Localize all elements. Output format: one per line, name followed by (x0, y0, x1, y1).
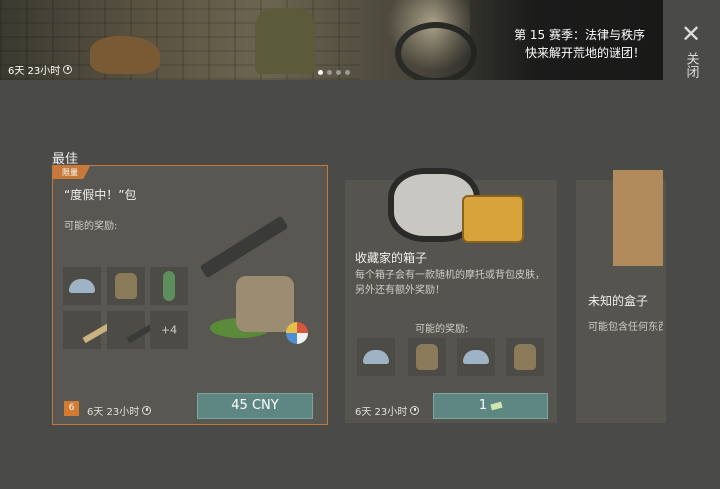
beach-ball-art (286, 322, 308, 344)
offer-title: 收藏家的箱子 (355, 251, 428, 265)
level-badge: 6 (64, 401, 79, 416)
buy-button[interactable]: 45 CNY (197, 393, 313, 419)
more-rewards-count: +4 (160, 323, 178, 337)
more-rewards[interactable]: +4 (150, 311, 188, 349)
offer-title: 未知的盒子 (588, 294, 649, 308)
survivor-art (255, 8, 315, 74)
page-dot[interactable] (327, 70, 332, 75)
reward-slot[interactable] (107, 267, 145, 305)
surfboard-icon (163, 271, 175, 301)
reward-slot[interactable] (107, 311, 156, 349)
offer-timer-text: 6天 23小时 (355, 407, 408, 418)
possible-rewards-label: 可能的奖励: (415, 324, 469, 335)
backpack-icon (514, 344, 536, 370)
season-banner[interactable]: 第 15 赛季：法律与秩序 快来解开荒地的谜团！ 6天 23小时 (0, 0, 663, 80)
reward-slot[interactable] (150, 267, 188, 305)
reward-slot[interactable] (506, 338, 544, 376)
page-dot[interactable] (345, 70, 350, 75)
ticket-icon (490, 401, 503, 410)
offer-title: “度假中！”包 (64, 188, 137, 202)
close-icon: ✕ (680, 20, 702, 48)
backpack-icon (416, 344, 438, 370)
page-dot[interactable] (336, 70, 341, 75)
season-subtitle: 快来解开荒地的谜团！ (524, 46, 645, 60)
price-label: 1 (478, 398, 488, 413)
dog-art (90, 36, 160, 74)
season-title: 第 15 赛季：法律与秩序 (514, 28, 645, 42)
backpack-icon (115, 273, 137, 299)
backpack-art (236, 276, 294, 332)
clock-icon (63, 65, 73, 74)
price-label: 45 CNY (231, 398, 279, 413)
buy-button[interactable]: 1 (433, 393, 548, 419)
offer-timer-text: 6天 23小时 (87, 407, 140, 418)
limited-badge: 限量 (53, 166, 90, 179)
helmet-icon (363, 350, 389, 364)
reward-slot[interactable] (357, 338, 395, 376)
reward-slot[interactable] (457, 338, 495, 376)
close-button[interactable]: ✕ 关闭 (677, 22, 705, 92)
banner-timer: 6天 23小时 (8, 62, 73, 77)
possible-rewards-label: 可能的奖励: (64, 221, 118, 232)
offer-timer: 6天 23小时 (87, 403, 152, 418)
banner-pagination (318, 70, 350, 75)
banner-timer-text: 6天 23小时 (8, 66, 61, 77)
clock-icon (142, 406, 152, 415)
helmet-icon (463, 350, 489, 364)
clock-icon (410, 406, 420, 415)
reward-slot[interactable] (63, 267, 101, 305)
helmet-icon (69, 279, 95, 293)
offer-description: 可能包含任何东西 (588, 322, 663, 333)
chest-art (462, 195, 524, 243)
offer-timer: 6天 23小时 (355, 403, 420, 418)
reward-slot[interactable] (408, 338, 446, 376)
mystery-box-art (613, 170, 663, 266)
page-dot[interactable] (318, 70, 323, 75)
close-label: 关闭 (683, 52, 699, 78)
offer-description: 每个箱子会有一款随机的摩托或背包皮肤，另外还有额外奖励！ (355, 270, 545, 296)
reward-slot[interactable] (63, 311, 112, 349)
